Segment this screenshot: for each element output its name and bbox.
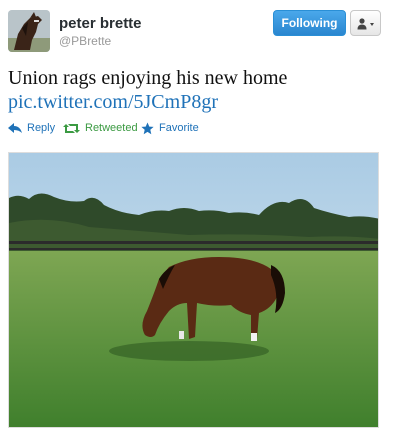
avatar[interactable]	[8, 10, 50, 52]
horse-avatar-icon	[8, 10, 50, 52]
tweet-text: Union rags enjoying his new home pic.twi…	[8, 66, 388, 114]
horse-grazing-photo	[9, 153, 378, 427]
tweet-media-link[interactable]: pic.twitter.com/5JCmP8gr	[8, 90, 388, 114]
retweet-label: Retweeted	[85, 122, 138, 134]
user-menu-button[interactable]	[350, 10, 381, 36]
user-name[interactable]: peter brette	[59, 15, 142, 32]
tweet-card: peter brette @PBrette Following Union ra…	[0, 0, 395, 438]
retweet-icon	[63, 123, 80, 133]
retweet-button[interactable]: Retweeted	[63, 120, 138, 136]
star-icon	[141, 122, 154, 134]
tweet-photo[interactable]	[8, 152, 379, 428]
person-icon	[357, 18, 374, 30]
tweet-body: Union rags enjoying his new home	[8, 67, 288, 89]
chevron-down-icon	[370, 23, 374, 26]
favorite-label: Favorite	[159, 122, 199, 134]
reply-button[interactable]: Reply	[8, 120, 55, 136]
reply-icon	[8, 123, 22, 133]
following-button[interactable]: Following	[273, 10, 346, 36]
user-handle[interactable]: @PBrette	[59, 34, 111, 48]
reply-label: Reply	[27, 122, 56, 134]
favorite-button[interactable]: Favorite	[141, 120, 199, 136]
